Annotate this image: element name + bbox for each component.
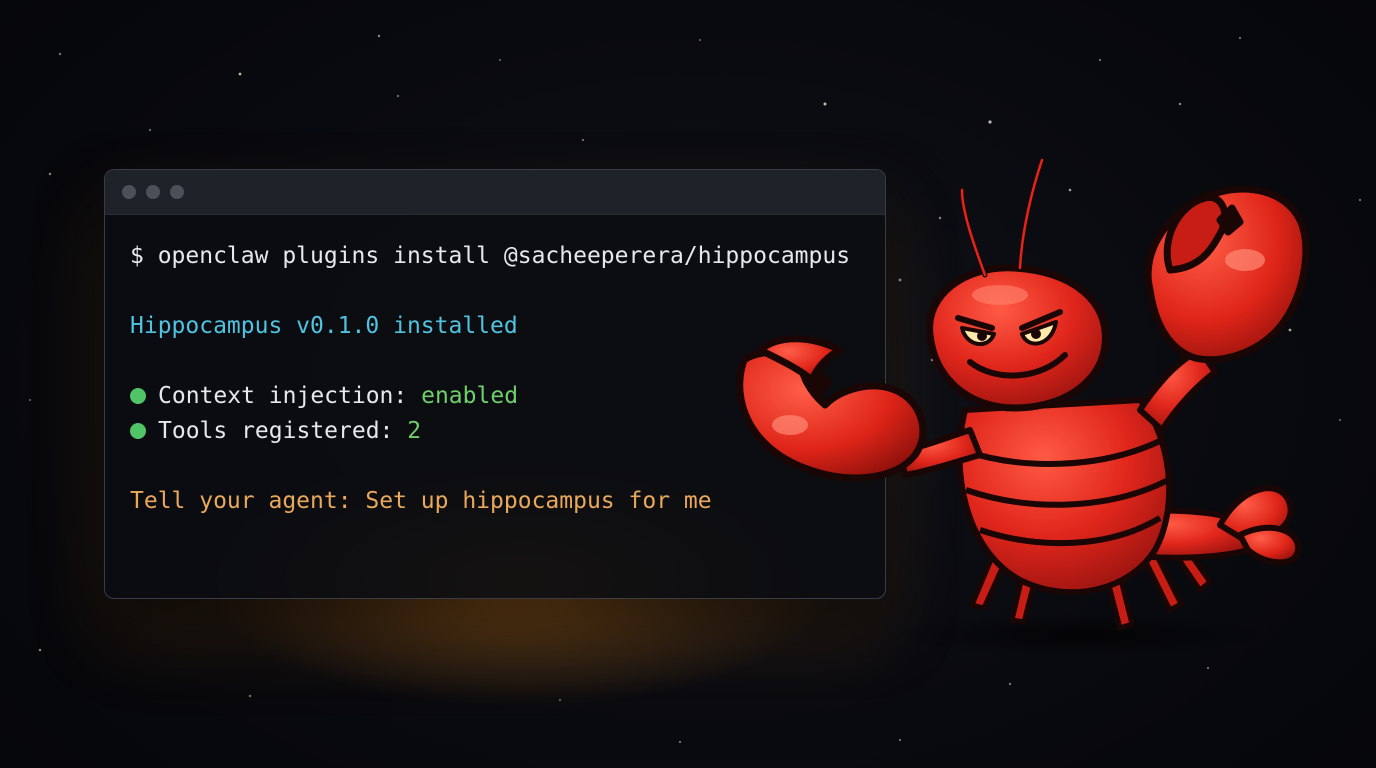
window-dot-icon[interactable] [170, 185, 184, 199]
window-dot-icon[interactable] [122, 185, 136, 199]
green-dot-icon [130, 388, 146, 404]
green-dot-icon [130, 423, 146, 439]
status-value: 2 [407, 418, 422, 444]
window-dot-icon[interactable] [146, 185, 160, 199]
status-label: Context injection: [158, 383, 422, 409]
status-label: Tools registered: [158, 418, 408, 444]
installed-message: Hippocampus v0.1.0 installed [130, 313, 518, 339]
lobster-mascot-icon [736, 157, 1310, 657]
status-line-tools: Tools registered: 2 [130, 416, 421, 446]
agent-instruction: Tell your agent: Set up hippocampus for … [130, 488, 712, 514]
status-value: enabled [421, 383, 519, 409]
status-line-context: Context injection: enabled [130, 381, 518, 411]
hero-scene: $ openclaw plugins install @sacheeperera… [0, 0, 1376, 768]
